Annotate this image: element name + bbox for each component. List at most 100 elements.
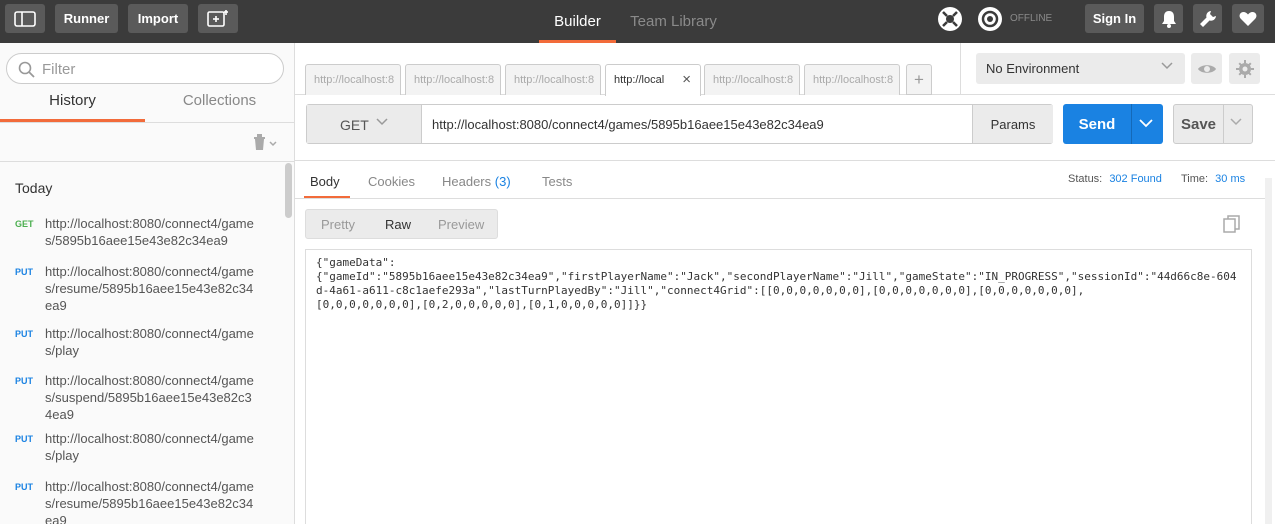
history-url: http://localhost:8080/connect4/games/res…: [45, 479, 254, 524]
request-url-bar: GET http://localhost:8080/connect4/games…: [306, 104, 1053, 144]
chevron-down-icon: [1161, 62, 1173, 70]
sign-in-button[interactable]: Sign In: [1085, 4, 1144, 33]
tab-team-library[interactable]: Team Library: [626, 0, 721, 43]
view-mode-group: Pretty Raw Preview: [305, 209, 498, 239]
new-window-button[interactable]: [198, 4, 238, 33]
response-tabs: Body Cookies Headers (3) Tests Status: 3…: [295, 160, 1275, 199]
tab-tests[interactable]: Tests: [542, 174, 572, 189]
environment-area: No Environment: [960, 43, 1275, 95]
method-select[interactable]: GET: [307, 105, 422, 143]
request-tab-label: http://localhost:8: [813, 74, 894, 86]
status-value[interactable]: 302 Found: [1109, 173, 1162, 185]
status-label: Status:: [1068, 173, 1103, 185]
copy-button[interactable]: [1223, 215, 1241, 236]
satellite-icon: [938, 6, 962, 31]
tab-builder[interactable]: Builder: [539, 0, 616, 43]
tab-cookies[interactable]: Cookies: [368, 174, 415, 189]
headers-count-badge: (3): [494, 174, 511, 189]
favorite-button[interactable]: [1232, 4, 1264, 33]
request-tab[interactable]: http://localhost:8: [405, 64, 501, 95]
divider: [295, 198, 1265, 199]
wrench-icon: [1199, 10, 1216, 27]
sidebar: Filter History Collections Today GET http…: [0, 43, 295, 524]
eye-icon: [1197, 64, 1216, 73]
history-url: http://localhost:8080/connect4/games/sus…: [45, 373, 254, 422]
settings-button[interactable]: [1193, 4, 1222, 33]
sync-button[interactable]: [975, 4, 1005, 33]
runner-button[interactable]: Runner: [55, 4, 118, 33]
sidebar-icon: [14, 10, 36, 27]
notifications-button[interactable]: [1154, 4, 1183, 33]
divider: [0, 161, 294, 162]
time-value: 30 ms: [1215, 173, 1246, 185]
bell-icon: [1161, 10, 1176, 28]
params-button[interactable]: Params: [972, 105, 1053, 143]
request-tab[interactable]: http://local ×: [605, 64, 701, 96]
tab-history[interactable]: History: [0, 92, 145, 122]
time-label: Time:: [1181, 173, 1209, 185]
search-icon: [18, 61, 35, 78]
interceptor-button[interactable]: [935, 4, 965, 33]
save-button[interactable]: Save: [1173, 104, 1253, 144]
response-time: Time: 30 ms: [1181, 173, 1245, 185]
method-label: GET: [340, 117, 369, 133]
history-method-badge: PUT: [15, 434, 33, 444]
request-tab[interactable]: http://localhost:8: [704, 64, 800, 95]
heart-icon: [1239, 11, 1257, 26]
import-button[interactable]: Import: [128, 4, 188, 33]
request-tab[interactable]: http://localhost:8: [804, 64, 900, 95]
tab-headers-label: Headers: [442, 174, 492, 189]
manage-environments-button[interactable]: [1229, 53, 1260, 84]
filter-input[interactable]: Filter: [6, 53, 284, 84]
request-tab-label: http://localhost:8: [414, 74, 495, 86]
history-method-badge: PUT: [15, 482, 33, 492]
sync-status: OFFLINE: [1010, 13, 1053, 24]
tab-collections[interactable]: Collections: [145, 92, 294, 122]
chevron-down-icon[interactable]: [1139, 118, 1153, 128]
history-url: http://localhost:8080/connect4/games/pla…: [45, 326, 254, 358]
view-pretty-button[interactable]: Pretty: [321, 217, 355, 232]
chevron-down-icon: [376, 118, 388, 126]
sync-icon: [978, 6, 1002, 31]
main-scrollbar[interactable]: [1265, 178, 1272, 524]
divider: [1131, 104, 1132, 144]
save-label: Save: [1180, 115, 1217, 133]
sidebar-scrollbar[interactable]: [285, 163, 292, 218]
clear-history-button[interactable]: [253, 134, 279, 153]
url-input[interactable]: http://localhost:8080/connect4/games/589…: [432, 117, 824, 132]
sidebar-tabs: History Collections: [0, 92, 294, 122]
gear-icon: [1235, 59, 1254, 78]
request-tab-label: http://local: [614, 74, 665, 86]
response-status: Status: 302 Found: [1068, 173, 1162, 185]
response-body[interactable]: {"gameData": {"gameId":"5895b16aee15e43e…: [305, 249, 1252, 524]
top-bar: Runner Import Builder Team Library OFFLI…: [0, 0, 1275, 43]
main-panel: http://localhost:8 http://localhost:8 http…: [295, 43, 1275, 524]
request-tab-label: http://localhost:8: [713, 74, 794, 86]
trash-icon: [254, 134, 277, 150]
add-tab-button[interactable]: +: [906, 64, 932, 95]
history-method-badge: PUT: [15, 329, 33, 339]
view-raw-button[interactable]: Raw: [385, 217, 411, 232]
send-button[interactable]: Send: [1063, 104, 1163, 144]
history-url: http://localhost:8080/connect4/games/589…: [45, 216, 254, 248]
request-tab-label: http://localhost:8: [514, 74, 595, 86]
section-title-today: Today: [15, 180, 53, 196]
toggle-sidebar-button[interactable]: [5, 4, 45, 33]
chevron-down-icon[interactable]: [1230, 118, 1242, 126]
close-icon[interactable]: ×: [682, 71, 691, 88]
filter-placeholder: Filter: [42, 61, 76, 78]
copy-icon: [1223, 215, 1240, 233]
history-url: http://localhost:8080/connect4/games/pla…: [45, 431, 254, 463]
environment-select[interactable]: No Environment: [976, 53, 1185, 84]
request-tab[interactable]: http://localhost:8: [505, 64, 601, 95]
history-method-badge: GET: [15, 219, 34, 229]
tab-body[interactable]: Body: [310, 174, 340, 189]
request-tab[interactable]: http://localhost:8: [305, 64, 401, 95]
environment-quick-look-button[interactable]: [1191, 53, 1222, 84]
divider: [1223, 105, 1224, 143]
divider: [0, 122, 294, 123]
tab-headers[interactable]: Headers (3): [442, 174, 511, 189]
request-tab-strip: http://localhost:8 http://localhost:8 http…: [295, 43, 960, 96]
view-preview-button[interactable]: Preview: [438, 217, 484, 232]
history-method-badge: PUT: [15, 267, 33, 277]
